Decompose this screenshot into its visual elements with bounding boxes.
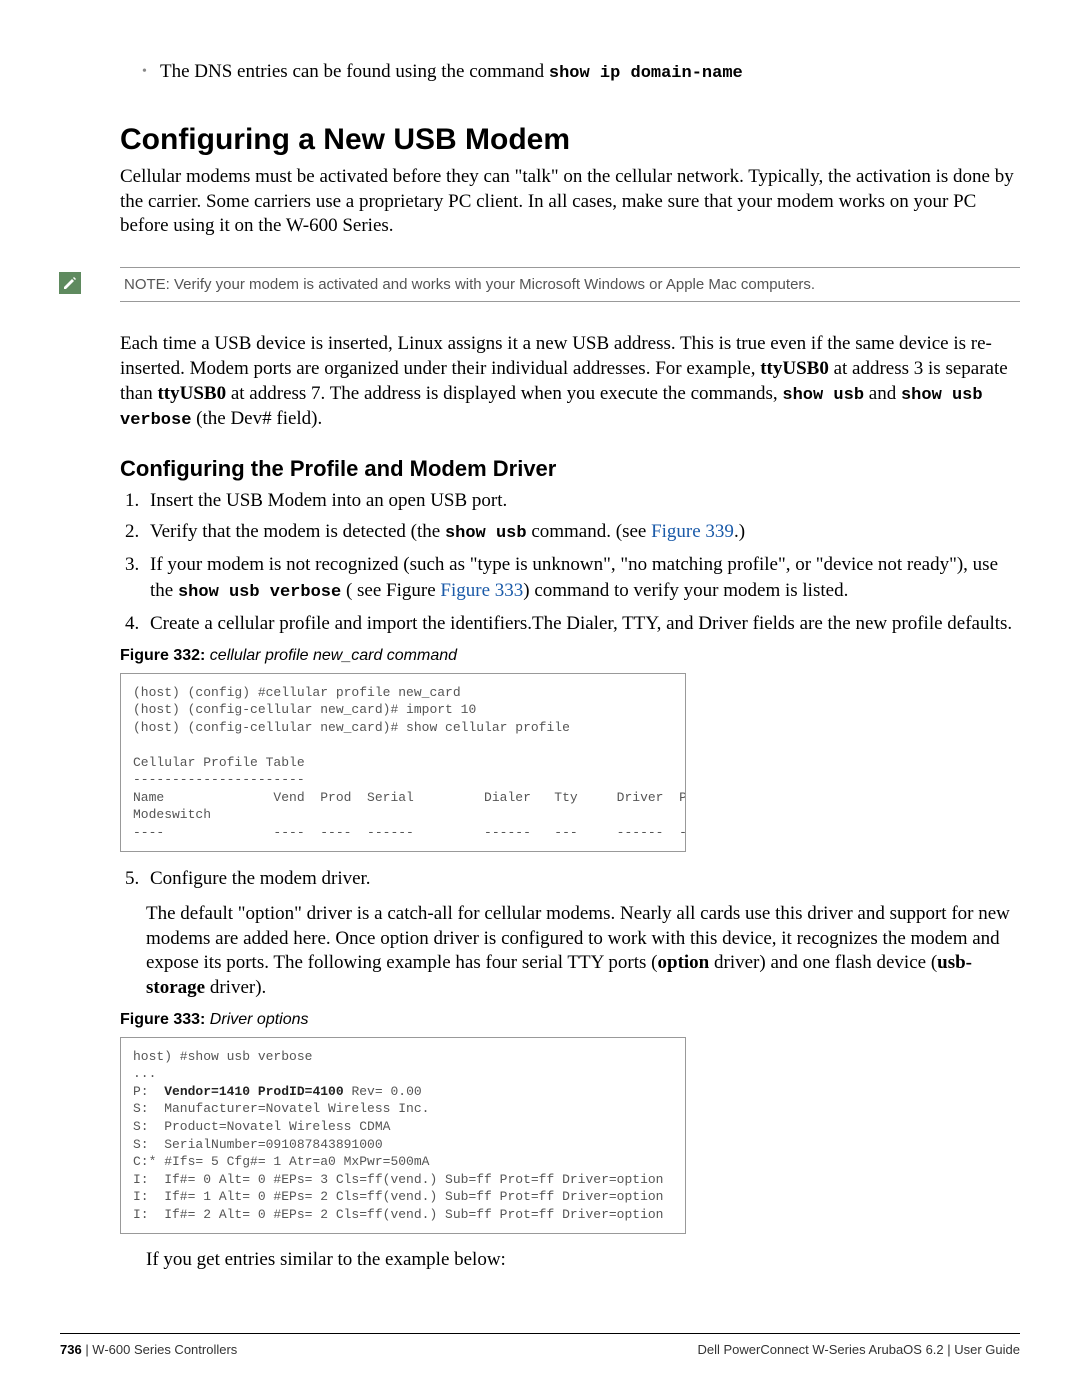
- figure-title: cellular profile new_card command: [205, 647, 457, 664]
- page: The DNS entries can be found using the c…: [0, 0, 1080, 1397]
- step-item: Verify that the modem is detected (the s…: [144, 519, 1020, 546]
- text-run: driver).: [205, 977, 266, 998]
- inline-command: show ip domain-name: [549, 64, 743, 83]
- step-item: Create a cellular profile and import the…: [144, 611, 1020, 637]
- figure-caption: Figure 332: cellular profile new_card co…: [120, 647, 1020, 665]
- subsection-heading: Configuring the Profile and Modem Driver: [120, 456, 1020, 482]
- text-run: command. (see: [527, 521, 652, 542]
- bold-term: option: [658, 952, 710, 973]
- page-number: 736: [60, 1342, 82, 1357]
- figure-xref[interactable]: Figure 333: [440, 580, 523, 601]
- inline-command: show usb verbose: [178, 583, 341, 602]
- text-run: and: [864, 383, 901, 404]
- code-run: Rev= 0.00 S: Manufacturer=Novatel Wirele…: [133, 1084, 664, 1222]
- text-run: Verify that the modem is detected (the: [150, 521, 445, 542]
- step-item: Configure the modem driver.: [144, 866, 1020, 892]
- tail-paragraph: If you get entries similar to the exampl…: [146, 1248, 1020, 1273]
- footer-left: 736 | W-600 Series Controllers: [60, 1342, 237, 1357]
- pencil-icon: [58, 271, 82, 295]
- body-paragraph: Each time a USB device is inserted, Linu…: [120, 332, 1020, 432]
- footer-left-text: | W-600 Series Controllers: [82, 1342, 238, 1357]
- ordered-steps: Insert the USB Modem into an open USB po…: [120, 488, 1020, 637]
- bullet-item: The DNS entries can be found using the c…: [160, 60, 1020, 85]
- body-paragraph: Cellular modems must be activated before…: [120, 165, 1020, 239]
- text-run: .): [734, 521, 745, 542]
- bullet-list: The DNS entries can be found using the c…: [120, 60, 1020, 85]
- inline-command: show usb: [445, 524, 527, 543]
- page-footer: 736 | W-600 Series Controllers Dell Powe…: [60, 1333, 1020, 1357]
- content-column: The DNS entries can be found using the c…: [120, 60, 1020, 1273]
- step-sub-paragraph: The default "option" driver is a catch-a…: [146, 902, 1020, 1001]
- text-run: (the Dev# field).: [191, 408, 322, 429]
- figure-caption: Figure 333: Driver options: [120, 1011, 1020, 1029]
- note-text: NOTE: Verify your modem is activated and…: [120, 267, 1020, 302]
- bold-term: ttyUSB0: [760, 358, 829, 379]
- ordered-steps-continued: Configure the modem driver.: [120, 866, 1020, 892]
- bold-term: ttyUSB0: [157, 383, 226, 404]
- code-bold: Vendor=1410 ProdID=4100: [164, 1084, 343, 1099]
- text-run: at address 7. The address is displayed w…: [226, 383, 782, 404]
- text-run: ( see Figure: [341, 580, 440, 601]
- text-run: driver) and one flash device (: [709, 952, 937, 973]
- step-item: Insert the USB Modem into an open USB po…: [144, 488, 1020, 514]
- step-item: If your modem is not recognized (such as…: [144, 552, 1020, 605]
- inline-command: show usb: [782, 386, 864, 405]
- code-block-332: (host) (config) #cellular profile new_ca…: [120, 673, 686, 853]
- figure-xref[interactable]: Figure 339: [651, 521, 734, 542]
- note-block: NOTE: Verify your modem is activated and…: [120, 267, 1020, 302]
- footer-right: Dell PowerConnect W-Series ArubaOS 6.2 |…: [698, 1342, 1021, 1357]
- text-run: ) command to verify your modem is listed…: [523, 580, 848, 601]
- section-heading: Configuring a New USB Modem: [120, 123, 1020, 157]
- code-block-333: host) #show usb verbose ... P: Vendor=14…: [120, 1037, 686, 1234]
- figure-number: Figure 332:: [120, 647, 205, 664]
- bullet-text: The DNS entries can be found using the c…: [160, 61, 549, 82]
- figure-number: Figure 333:: [120, 1011, 205, 1028]
- figure-title: Driver options: [205, 1011, 308, 1028]
